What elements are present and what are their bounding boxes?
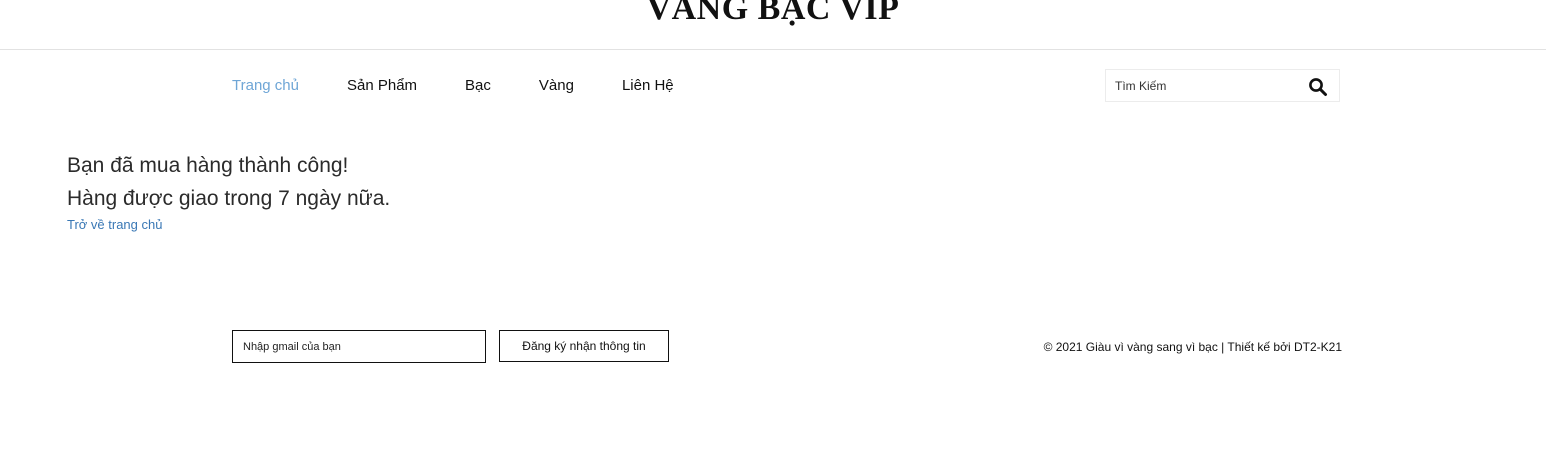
copyright-text: © 2021 Giàu vì vàng sang vì bạc | Thiết … [1043,340,1342,354]
search-input[interactable] [1106,70,1295,101]
site-title: VÀNG BẠC VIP [646,0,900,27]
back-home-link[interactable]: Trở về trang chủ [67,217,162,232]
search-icon[interactable] [1308,77,1328,97]
order-success-message: Bạn đã mua hàng thành công! Hàng được gi… [67,149,390,234]
delivery-notice: Hàng được giao trong 7 ngày nữa. [67,187,391,210]
nav-item-products[interactable]: Sản Phẩm [347,74,417,98]
subscribe-button[interactable]: Đăng ký nhận thông tin [499,330,669,362]
main-nav: Trang chủ Sản Phẩm Bạc Vàng Liên Hệ [232,74,722,98]
nav-item-silver[interactable]: Bạc [465,74,491,98]
nav-item-home[interactable]: Trang chủ [232,74,299,98]
header-divider [0,49,1546,50]
success-heading: Bạn đã mua hàng thành công! [67,154,349,177]
search-box [1105,69,1340,102]
nav-item-contact[interactable]: Liên Hệ [622,74,674,98]
nav-item-gold[interactable]: Vàng [539,74,574,98]
newsletter-email-input[interactable] [232,330,486,363]
